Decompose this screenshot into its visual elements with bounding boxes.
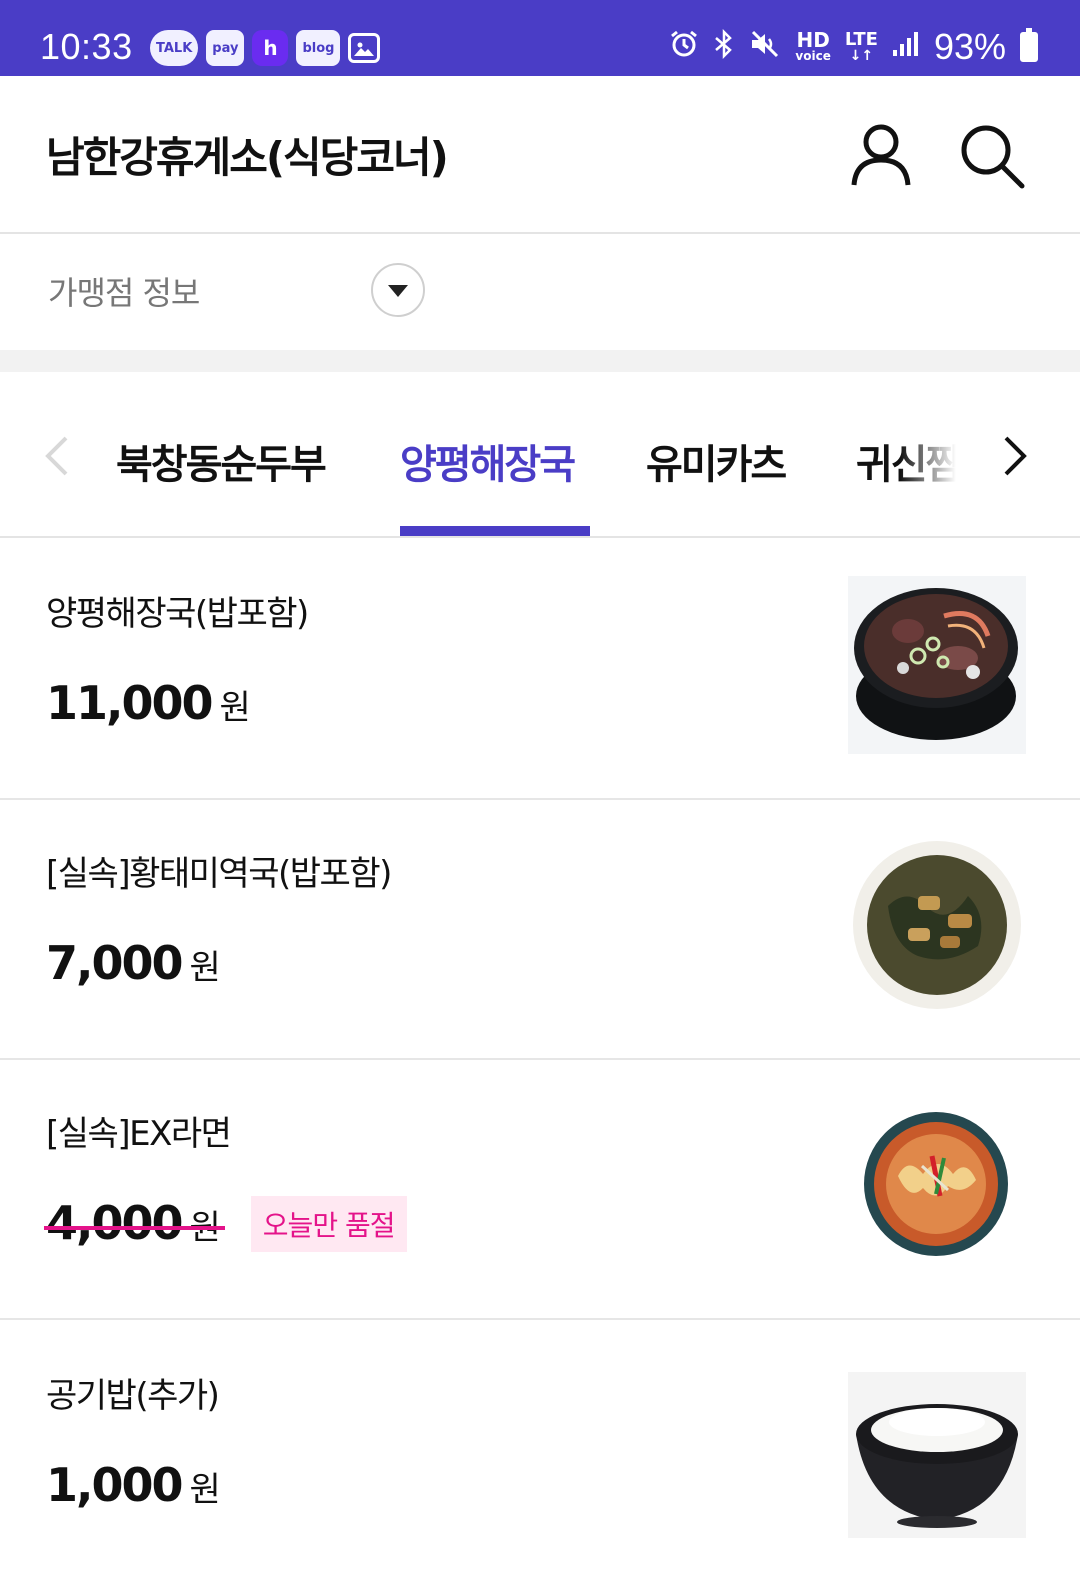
price-unit: 원 bbox=[219, 688, 251, 728]
store-info-row[interactable]: 가맹점 정보 bbox=[0, 236, 1080, 350]
alarm-icon bbox=[669, 29, 699, 66]
price-value: 7,000 bbox=[46, 936, 184, 990]
menu-item-price: 4,000 원 오늘만 품절 bbox=[44, 1196, 407, 1252]
price-strikethrough: 4,000 원 bbox=[44, 1196, 225, 1250]
sold-out-badge: 오늘만 품절 bbox=[250, 1196, 407, 1252]
menu-item-image bbox=[848, 576, 1026, 754]
store-info-label: 가맹점 정보 bbox=[48, 274, 200, 312]
section-divider bbox=[0, 350, 1080, 372]
hd-voice-indicator: HD voice bbox=[795, 28, 831, 63]
menu-item-name: [실속]EX라면 bbox=[46, 1114, 232, 1154]
menu-item-name: 공기밥(추가) bbox=[46, 1376, 220, 1416]
tab-yumikatsu[interactable]: 유미카츠 bbox=[646, 432, 787, 490]
menu-item-price: 7,000 원 bbox=[46, 936, 221, 990]
notification-icons: TALK pay h blog bbox=[150, 30, 381, 66]
active-tab-indicator bbox=[400, 526, 590, 536]
price-value: 4,000 bbox=[46, 1196, 184, 1250]
menu-item-image bbox=[848, 836, 1026, 1014]
lte-indicator: LTE ↓↑ bbox=[844, 29, 878, 64]
battery-percent: 93% bbox=[933, 26, 1006, 67]
image-icon bbox=[348, 33, 381, 63]
menu-item-price: 1,000 원 bbox=[46, 1458, 221, 1512]
price-value: 11,000 bbox=[46, 676, 214, 730]
menu-item-name: [실속]황태미역국(밥포함) bbox=[46, 854, 392, 894]
menu-item[interactable]: [실속]EX라면 4,000 원 오늘만 품절 bbox=[0, 1058, 1080, 1320]
app-header: 남한강휴게소(식당코너) bbox=[0, 76, 1080, 234]
menu-item-image bbox=[848, 1096, 1026, 1274]
battery-icon bbox=[1020, 28, 1038, 62]
tab-fade bbox=[900, 412, 980, 502]
menu-item-price: 11,000 원 bbox=[46, 676, 251, 730]
bluetooth-icon bbox=[713, 28, 735, 66]
mute-icon bbox=[749, 29, 781, 66]
blog-icon: blog bbox=[296, 30, 341, 66]
tab-yangpyeong[interactable]: 양평해장국 bbox=[400, 432, 576, 490]
menu-item-name: 양평해장국(밥포함) bbox=[46, 594, 309, 634]
menu-item[interactable]: [실속]황태미역국(밥포함) 7,000 원 bbox=[0, 798, 1080, 1060]
chevron-right-icon[interactable] bbox=[994, 434, 1034, 482]
kakaotalk-icon: TALK bbox=[150, 30, 199, 66]
search-icon[interactable] bbox=[956, 120, 1026, 190]
signal-icon bbox=[892, 30, 920, 65]
chevron-left-icon[interactable] bbox=[38, 434, 78, 482]
pay-icon: pay bbox=[206, 30, 245, 66]
strike-line bbox=[44, 1226, 225, 1230]
category-tabs: 북창동순두부 양평해장국 유미카츠 귀신짬 bbox=[0, 372, 1080, 538]
price-unit: 원 bbox=[189, 1208, 221, 1248]
h-app-icon: h bbox=[252, 30, 289, 66]
status-time: 10:33 bbox=[40, 26, 133, 67]
price-unit: 원 bbox=[189, 948, 221, 988]
price-unit: 원 bbox=[189, 1470, 221, 1510]
menu-item[interactable]: 공기밥(추가) 1,000 원 bbox=[0, 1320, 1080, 1582]
status-bar: 10:33 TALK pay h blog HD voice LTE ↓↑ 93… bbox=[0, 0, 1080, 76]
tab-bukchangdong[interactable]: 북창동순두부 bbox=[116, 432, 327, 490]
chevron-down-icon[interactable] bbox=[370, 262, 426, 322]
price-value: 1,000 bbox=[46, 1458, 184, 1512]
user-icon[interactable] bbox=[846, 120, 916, 190]
system-status-icons: HD voice LTE ↓↑ 93% bbox=[669, 26, 1038, 68]
menu-item-image bbox=[848, 1372, 1026, 1550]
page-title: 남한강휴게소(식당코너) bbox=[46, 133, 449, 182]
menu-item[interactable]: 양평해장국(밥포함) 11,000 원 bbox=[0, 538, 1080, 800]
